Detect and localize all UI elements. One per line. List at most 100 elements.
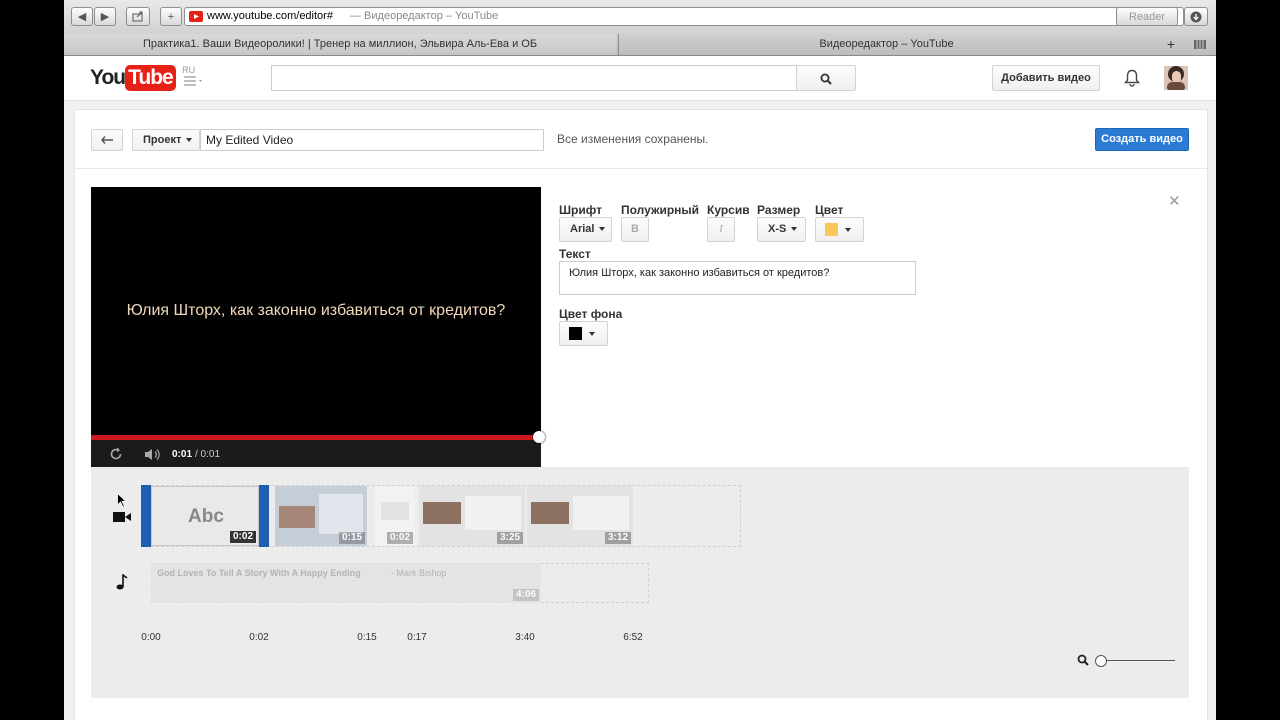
tick-label: 0:17	[407, 632, 427, 643]
tick-label: 0:15	[357, 632, 377, 643]
trim-handle-right[interactable]	[259, 485, 269, 547]
clip-duration: 0:02	[229, 531, 256, 543]
font-label: Шрифт	[559, 203, 602, 217]
add-video-button[interactable]: Добавить видео	[992, 65, 1100, 91]
color-swatch	[569, 327, 582, 340]
chevron-down-icon	[599, 227, 606, 232]
video-clip[interactable]: 3:25	[419, 486, 525, 546]
progress-track[interactable]	[91, 435, 541, 440]
clip-duration: 0:15	[338, 532, 365, 544]
tab-overview-button[interactable]	[1188, 34, 1212, 55]
saved-status: Все изменения сохранены.	[557, 132, 709, 146]
url-text: www.youtube.com/editor#	[207, 10, 333, 22]
title-clip[interactable]: Abc 0:02	[151, 486, 259, 546]
video-clip[interactable]: 3:12	[527, 486, 633, 546]
search-icon	[820, 73, 832, 85]
preview-caption: Юлия Шторх, как законно избавиться от кр…	[126, 302, 506, 319]
font-dropdown[interactable]: Arial	[559, 217, 612, 242]
audio-clip[interactable]: God Loves To Tell A Story With A Happy E…	[151, 563, 541, 603]
tab-video-editor[interactable]: Видеоредактор – YouTube	[618, 34, 1154, 55]
forward-icon: ▶	[100, 11, 110, 23]
add-tab-button[interactable]: +	[1158, 34, 1184, 55]
project-name-input[interactable]	[200, 129, 544, 151]
text-color-picker[interactable]	[815, 217, 864, 242]
volume-icon[interactable]	[144, 448, 162, 461]
tick-label: 3:40	[515, 632, 535, 643]
clip-thumbnail	[279, 506, 315, 528]
back-to-videos-button[interactable]	[91, 129, 123, 151]
download-icon	[1190, 11, 1202, 23]
share-button[interactable]	[126, 7, 150, 26]
tab-practice[interactable]: Практика1. Ваши Видеоролики! | Тренер на…	[64, 34, 616, 55]
time-current: 0:01	[172, 449, 193, 460]
zoom-slider-handle[interactable]	[1095, 655, 1107, 667]
video-clip[interactable]: 0:15	[275, 486, 367, 546]
trim-handle-left[interactable]	[141, 485, 151, 547]
clip-duration: 0:02	[386, 532, 413, 544]
guide-menu-button[interactable]	[184, 73, 204, 91]
timeline-ruler: 0:00 0:02 0:15 0:17 3:40 6:52	[91, 632, 1189, 646]
reader-button[interactable]: Reader	[1116, 7, 1178, 26]
chevron-down-icon	[791, 227, 798, 232]
search-button[interactable]	[796, 65, 856, 91]
bold-label: Полужирный	[621, 203, 700, 217]
tab-bar: Практика1. Ваши Видеоролики! | Тренер на…	[64, 34, 1216, 56]
text-input[interactable]: Юлия Шторх, как законно избавиться от кр…	[559, 261, 916, 295]
avatar[interactable]	[1164, 66, 1188, 90]
browser-toolbar: ◀ ▶ + www.youtube.com/editor# — Видеоред…	[64, 0, 1216, 35]
tab-label: Практика1. Ваши Видеоролики! | Тренер на…	[142, 38, 538, 50]
color-label: Цвет	[815, 203, 844, 217]
video-preview[interactable]: Юлия Шторх, как законно избавиться от кр…	[91, 187, 545, 467]
chevron-down-icon	[845, 228, 851, 232]
close-icon[interactable]: ✕	[1168, 192, 1181, 210]
new-tab-button[interactable]: +	[160, 7, 182, 26]
progress-fill	[91, 435, 541, 440]
font-value: Arial	[570, 223, 595, 235]
italic-toggle[interactable]: I	[707, 217, 735, 242]
size-label: Размер	[757, 203, 801, 217]
bold-toggle[interactable]: B	[621, 217, 649, 242]
clip-thumbnail	[573, 496, 629, 530]
italic-label: Курсив	[707, 203, 750, 217]
zoom-slider[interactable]	[1099, 660, 1175, 661]
video-clips: Abc 0:02 0:15 0:02 3:25 3:12	[141, 485, 743, 547]
video-clip[interactable]: 0:02	[375, 486, 415, 546]
size-dropdown[interactable]: X-S	[757, 217, 806, 242]
project-dropdown[interactable]: Проект	[132, 129, 200, 151]
downloads-button[interactable]	[1184, 7, 1208, 26]
audio-title: God Loves To Tell A Story With A Happy E…	[157, 568, 361, 578]
back-icon: ◀	[77, 11, 87, 23]
clip-duration: 3:25	[496, 532, 523, 544]
replay-icon[interactable]	[109, 447, 123, 461]
logo-you-text: You	[90, 66, 126, 89]
notification-bell-icon[interactable]	[1124, 69, 1140, 87]
browser-window: ◀ ▶ + www.youtube.com/editor# — Видеоред…	[64, 0, 1216, 720]
forward-button[interactable]: ▶	[94, 7, 116, 26]
timeline-area: Abc 0:02 0:15 0:02 3:25 3:12 God Loves T…	[91, 467, 1189, 698]
project-label: Проект	[143, 134, 182, 146]
progress-handle[interactable]	[533, 431, 545, 443]
youtube-favicon-icon	[189, 11, 203, 22]
clip-thumbnail	[465, 496, 521, 530]
tick-label: 6:52	[623, 632, 643, 643]
music-note-icon	[116, 574, 128, 590]
page-content: Проект Все изменения сохранены. Создать …	[64, 101, 1216, 720]
youtube-header: You Tube RU Добавить видео	[64, 56, 1216, 101]
time-total: / 0:01	[195, 449, 221, 460]
background-color-picker[interactable]	[559, 321, 608, 346]
search-input[interactable]	[271, 65, 797, 91]
editor-panel: Проект Все изменения сохранены. Создать …	[74, 109, 1208, 720]
menu-icon	[184, 76, 202, 86]
clip-duration: 3:12	[604, 532, 631, 544]
audio-duration: 4:06	[512, 589, 539, 601]
create-video-button[interactable]: Создать видео	[1095, 128, 1189, 151]
address-bar[interactable]: www.youtube.com/editor# — Видеоредактор …	[184, 7, 1184, 26]
clip-label: Abc	[188, 506, 224, 527]
logo-tube-text: Tube	[125, 65, 176, 91]
text-label: Текст	[559, 247, 591, 261]
back-button[interactable]: ◀	[71, 7, 93, 26]
color-swatch	[825, 223, 838, 236]
youtube-logo[interactable]: You Tube RU	[90, 65, 195, 91]
tick-label: 0:02	[249, 632, 269, 643]
cursor-icon	[117, 493, 127, 508]
